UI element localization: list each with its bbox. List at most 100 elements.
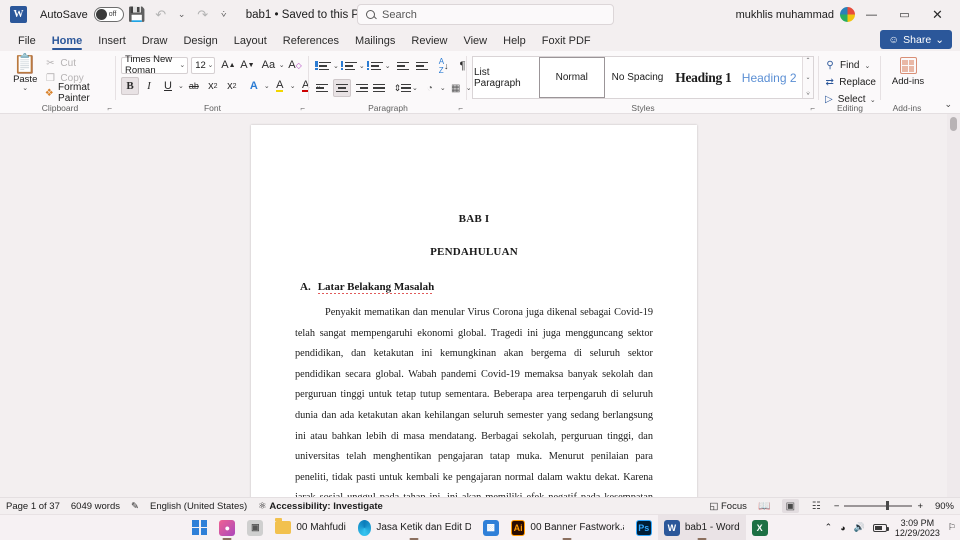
search-input[interactable]: Search [357, 4, 614, 25]
document-scrollbar-track[interactable] [947, 114, 960, 497]
find-button[interactable]: ⚲ Find ⌄ [824, 58, 876, 73]
document-page[interactable]: BAB I PENDAHULUAN A. Latar Belakang Masa… [251, 125, 697, 497]
style-heading-1[interactable]: Heading 1 [670, 57, 736, 98]
underline-caret-icon[interactable]: ⌄ [178, 82, 184, 90]
change-case-caret-icon[interactable]: ⌄ [278, 61, 285, 69]
addins-button[interactable]: Add-ins [886, 54, 930, 87]
language-indicator[interactable]: English (United States) [150, 501, 247, 512]
account-name[interactable]: mukhlis muhammad [736, 9, 834, 21]
taskbar-file-explorer[interactable]: 00 Mahfudi [269, 515, 351, 540]
taskbar-store[interactable]: ▩ [477, 515, 505, 540]
numbering-icon[interactable] [340, 57, 358, 75]
tab-help[interactable]: Help [495, 31, 534, 51]
bold-button[interactable]: B [121, 77, 139, 95]
align-right-icon[interactable] [352, 79, 370, 97]
save-icon[interactable]: 💾 [126, 4, 148, 26]
align-center-icon[interactable] [333, 79, 351, 97]
find-caret-icon[interactable]: ⌄ [863, 62, 871, 70]
document-area[interactable]: BAB I PENDAHULUAN A. Latar Belakang Masa… [0, 114, 960, 497]
customize-quick-access-icon[interactable]: ⩒ [216, 4, 232, 26]
text-effects-button[interactable]: A [245, 77, 263, 95]
tab-mailings[interactable]: Mailings [347, 31, 403, 51]
bullets-icon[interactable] [314, 57, 332, 75]
paste-caret-icon[interactable]: ⌄ [22, 85, 28, 92]
bullets-caret-icon[interactable]: ⌄ [333, 62, 339, 70]
web-layout-icon[interactable]: ☷ [808, 499, 825, 513]
tab-layout[interactable]: Layout [226, 31, 275, 51]
paste-button[interactable]: 📋 Paste ⌄ [9, 54, 41, 100]
taskbar-excel[interactable]: X [746, 515, 774, 540]
bell-icon[interactable]: ⚐ [948, 522, 956, 533]
paragraph-dialog-launcher-icon[interactable]: ⌐ [458, 104, 463, 113]
decrease-indent-icon[interactable] [395, 57, 413, 75]
numbering-caret-icon[interactable]: ⌄ [359, 62, 365, 70]
sort-icon[interactable]: A Z ↓ [435, 57, 453, 75]
replace-button[interactable]: ⇄ Replace [824, 75, 876, 90]
taskbar-illustrator[interactable]: Ai 00 Banner Fastwork.ai* [505, 515, 630, 540]
superscript-button[interactable]: x2 [223, 77, 241, 95]
clock[interactable]: 3:09 PM 12/29/2023 [895, 518, 940, 538]
font-name-caret-icon[interactable]: ⌄ [179, 61, 185, 69]
font-name-input[interactable]: Times New Roman ⌄ [121, 54, 189, 76]
tab-view[interactable]: View [455, 31, 495, 51]
text-effects-caret-icon[interactable]: ⌄ [264, 82, 270, 90]
justify-icon[interactable] [371, 79, 389, 97]
tab-foxit-pdf[interactable]: Foxit PDF [534, 31, 599, 51]
avatar[interactable] [840, 7, 855, 22]
multilevel-list-icon[interactable] [366, 57, 384, 75]
grow-font-button[interactable]: A ▲ [219, 56, 237, 74]
read-mode-icon[interactable]: 📖 [756, 499, 773, 513]
change-case-button[interactable]: Aa [259, 56, 277, 74]
font-size-input[interactable]: 12 ⌄ [191, 56, 216, 74]
styles-more-icon[interactable]: ⩒ [806, 91, 810, 97]
print-layout-icon[interactable]: ▣ [781, 499, 799, 513]
battery-icon[interactable] [872, 523, 889, 532]
shading-icon[interactable]: ◔ [421, 79, 439, 97]
style-list-paragraph[interactable]: List Paragraph [473, 57, 539, 98]
tab-file[interactable]: File [10, 31, 44, 51]
redo-icon[interactable]: ↷ [192, 4, 214, 26]
zoom-track[interactable] [844, 501, 913, 511]
font-dialog-launcher-icon[interactable]: ⌐ [300, 104, 305, 113]
style-normal[interactable]: Normal [538, 57, 605, 98]
font-size-caret-icon[interactable]: ⌄ [208, 61, 214, 69]
tray-chevron-icon[interactable]: ⌃ [825, 522, 833, 533]
zoom-slider[interactable]: − + [834, 501, 923, 512]
multilevel-list-caret-icon[interactable]: ⌄ [385, 62, 391, 70]
clipboard-dialog-launcher-icon[interactable]: ⌐ [107, 104, 112, 113]
styles-scroll-up-icon[interactable]: ⌃ [806, 58, 811, 64]
style-heading-2[interactable]: Heading 2 [736, 57, 802, 98]
format-painter-button[interactable]: ❖ Format Painter [44, 82, 111, 104]
taskbar-photoshop[interactable]: Ps [630, 515, 658, 540]
styles-scroll-down-icon[interactable]: ⌄ [806, 75, 811, 81]
subscript-button[interactable]: x2 [204, 77, 222, 95]
wifi-icon[interactable]: ◕ [840, 523, 845, 533]
focus-button[interactable]: ◱ Focus [709, 501, 747, 512]
zoom-level[interactable]: 90% [932, 501, 954, 512]
undo-icon[interactable]: ↶ [150, 4, 172, 26]
styles-scroll-buttons[interactable]: ⌃ ⌄ ⩒ [802, 57, 814, 98]
page-number[interactable]: Page 1 of 37 [6, 501, 60, 512]
cut-button[interactable]: ✂ Cut [44, 56, 111, 70]
tab-review[interactable]: Review [403, 31, 455, 51]
taskbar-task-view[interactable]: ▣ [241, 515, 269, 540]
autosave-toggle[interactable]: off [93, 7, 124, 22]
italic-button[interactable]: I [140, 77, 158, 95]
taskbar-pie-app[interactable]: ● [213, 515, 241, 540]
shading-caret-icon[interactable]: ⌄ [440, 84, 446, 92]
tab-insert[interactable]: Insert [90, 31, 134, 51]
volume-icon[interactable]: 🔊 [854, 522, 865, 533]
tab-home[interactable]: Home [44, 31, 91, 51]
increase-indent-icon[interactable] [414, 57, 432, 75]
proofing-icon[interactable]: ✎ [131, 501, 139, 512]
start-button[interactable] [186, 515, 213, 540]
close-button[interactable]: ✕ [921, 0, 954, 29]
tab-references[interactable]: References [275, 31, 347, 51]
maximize-button[interactable]: ▭ [888, 0, 921, 29]
collapse-ribbon-icon[interactable]: ⌄ [944, 99, 952, 110]
accessibility-status[interactable]: ⚛ Accessibility: Investigate [258, 501, 383, 512]
taskbar-word[interactable]: W bab1 - Word [657, 514, 746, 540]
underline-button[interactable]: U [159, 77, 177, 95]
line-spacing-icon[interactable]: ⇕ [393, 79, 412, 97]
strikethrough-button[interactable]: ab [185, 77, 203, 95]
